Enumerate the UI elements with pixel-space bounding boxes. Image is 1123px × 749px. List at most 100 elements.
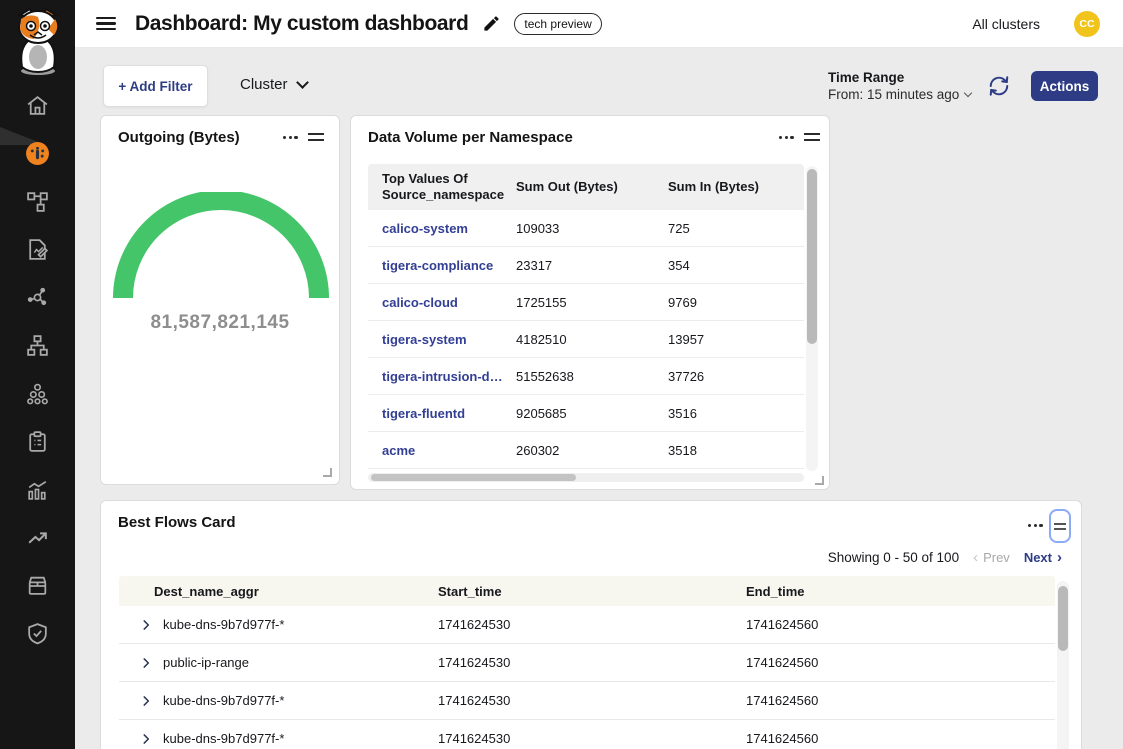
sidebar — [0, 0, 75, 749]
time-range-label: Time Range — [828, 70, 971, 85]
sum-in-value: 9769 — [668, 295, 804, 310]
menu-hamburger-icon[interactable] — [96, 17, 116, 31]
sidebar-item-dashboards[interactable] — [0, 129, 75, 177]
table-row: kube-dns-9b7d977f-* 1741624530 174162456… — [119, 720, 1055, 749]
table-row: kube-dns-9b7d977f-* 1741624530 174162456… — [119, 682, 1055, 720]
column-header[interactable]: Top Values Of Source_namespace — [368, 171, 516, 202]
row-expand-chevron-icon[interactable] — [139, 732, 153, 746]
row-expand-chevron-icon[interactable] — [139, 656, 153, 670]
table-row: acme 260302 3518 — [368, 432, 804, 469]
calico-cat-logo-icon[interactable] — [8, 5, 68, 79]
pagination-status: Showing 0 - 50 of 100 — [828, 550, 959, 565]
sum-in-value: 13957 — [668, 332, 804, 347]
pagination: Showing 0 - 50 of 100 ‹ Prev Next › — [828, 549, 1062, 566]
shield-check-icon — [25, 621, 50, 646]
edit-pencil-icon[interactable] — [482, 14, 501, 33]
table-row: kube-dns-9b7d977f-* 1741624530 174162456… — [119, 606, 1055, 644]
namespace-link[interactable]: tigera-fluentd — [368, 406, 516, 421]
namespace-link[interactable]: tigera-compliance — [368, 258, 516, 273]
column-header[interactable]: Sum Out (Bytes) — [516, 179, 668, 195]
horizontal-scrollbar[interactable] — [368, 473, 804, 482]
time-range-value[interactable]: From: 15 minutes ago — [828, 87, 971, 102]
card-menu-dots-icon[interactable] — [283, 136, 298, 139]
end-time-value: 1741624560 — [746, 655, 1055, 670]
sidebar-item-security[interactable] — [0, 609, 75, 657]
end-time-value: 1741624560 — [746, 693, 1055, 708]
table-header-row: Dest_name_aggr Start_time End_time — [119, 576, 1055, 606]
flow-network-icon — [25, 189, 50, 214]
vertical-scrollbar[interactable] — [1057, 581, 1069, 749]
namespace-table: Top Values Of Source_namespace Sum Out (… — [368, 164, 804, 469]
sum-in-value: 354 — [668, 258, 804, 273]
row-expand-chevron-icon[interactable] — [139, 694, 153, 708]
sum-out-value: 260302 — [516, 443, 668, 458]
storage-box-icon — [25, 573, 50, 598]
top-header: Dashboard: My custom dashboard tech prev… — [75, 0, 1123, 48]
table-row: calico-system 109033 725 — [368, 210, 804, 247]
prev-page-button[interactable]: ‹ Prev — [973, 549, 1010, 566]
vertical-scrollbar[interactable] — [806, 166, 818, 471]
namespace-link[interactable]: tigera-system — [368, 332, 516, 347]
tech-preview-badge: tech preview — [514, 13, 601, 35]
cluster-filter-label: Cluster — [240, 76, 288, 93]
refresh-icon[interactable] — [988, 75, 1010, 97]
column-header[interactable]: Dest_name_aggr — [119, 584, 438, 599]
card-drag-handle-icon[interactable] — [804, 133, 820, 145]
sum-out-value: 23317 — [516, 258, 668, 273]
card-menu-dots-icon[interactable] — [1028, 524, 1043, 527]
namespace-link[interactable]: acme — [368, 443, 516, 458]
chart-bars-line-icon — [25, 477, 50, 502]
card-resize-handle[interactable] — [323, 468, 332, 477]
table-row: tigera-fluentd 9205685 3516 — [368, 395, 804, 432]
card-drag-handle-focused[interactable] — [1049, 509, 1071, 543]
chevron-left-icon: ‹ — [973, 549, 978, 566]
cluster-nodes-icon — [25, 381, 50, 406]
document-edit-icon — [25, 237, 50, 262]
chevron-down-icon — [964, 89, 972, 97]
cluster-filter-dropdown[interactable]: Cluster — [240, 76, 307, 93]
sidebar-item-trends[interactable] — [0, 513, 75, 561]
row-expand-chevron-icon[interactable] — [139, 618, 153, 632]
gauge-chart — [113, 192, 329, 304]
column-header[interactable]: Start_time — [438, 584, 746, 599]
card-resize-handle[interactable] — [815, 476, 824, 485]
cluster-selector[interactable]: All clusters — [972, 16, 1040, 32]
sidebar-item-clusters[interactable] — [0, 369, 75, 417]
sum-in-value: 37726 — [668, 369, 804, 384]
sidebar-item-metrics[interactable] — [0, 465, 75, 513]
column-header[interactable]: End_time — [746, 584, 1055, 599]
card-menu-dots-icon[interactable] — [779, 136, 794, 139]
start-time-value: 1741624530 — [438, 731, 746, 746]
best-flows-card: Best Flows Card Showing 0 - 50 of 100 ‹ … — [100, 500, 1082, 749]
sidebar-item-service-graph[interactable] — [0, 273, 75, 321]
flows-table: Dest_name_aggr Start_time End_time kube-… — [119, 576, 1055, 749]
column-header[interactable]: Sum In (Bytes) — [668, 179, 804, 195]
table-row: calico-cloud 1725155 9769 — [368, 284, 804, 321]
actions-button[interactable]: Actions — [1031, 71, 1098, 101]
namespace-link[interactable]: calico-system — [368, 221, 516, 236]
app-window: Dashboard: My custom dashboard tech prev… — [0, 0, 1123, 749]
sidebar-item-home[interactable] — [0, 81, 75, 129]
dest-name-value: kube-dns-9b7d977f-* — [163, 617, 284, 632]
sidebar-item-network-topology[interactable] — [0, 321, 75, 369]
sidebar-item-flow-visualizations[interactable] — [0, 177, 75, 225]
sum-in-value: 3518 — [668, 443, 804, 458]
end-time-value: 1741624560 — [746, 617, 1055, 632]
home-icon — [25, 93, 50, 118]
sidebar-item-policies[interactable] — [0, 225, 75, 273]
chevron-right-icon: › — [1057, 549, 1062, 566]
sidebar-item-compliance[interactable] — [0, 417, 75, 465]
sidebar-item-storage[interactable] — [0, 561, 75, 609]
namespace-link[interactable]: calico-cloud — [368, 295, 516, 310]
card-drag-handle-icon[interactable] — [308, 133, 324, 145]
sum-out-value: 51552638 — [516, 369, 668, 384]
sitemap-icon — [25, 333, 50, 358]
table-header-row: Top Values Of Source_namespace Sum Out (… — [368, 164, 804, 210]
time-range-block: Time Range From: 15 minutes ago — [828, 70, 971, 102]
namespace-link[interactable]: tigera-intrusion-d… — [368, 369, 516, 384]
card-title: Data Volume per Namespace — [368, 129, 573, 146]
add-filter-button[interactable]: + Add Filter — [103, 65, 208, 107]
user-avatar[interactable]: CC — [1074, 11, 1100, 37]
next-page-button[interactable]: Next › — [1024, 549, 1062, 566]
sum-out-value: 9205685 — [516, 406, 668, 421]
